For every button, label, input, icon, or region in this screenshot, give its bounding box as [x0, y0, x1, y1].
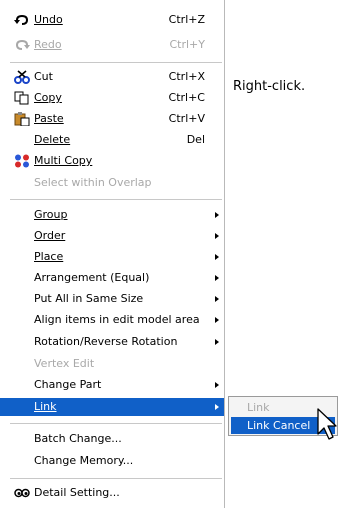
- redo-arrow-icon: [14, 38, 30, 52]
- submenu-item-label: Link: [247, 401, 270, 414]
- menu-item-label: Redo: [34, 38, 62, 51]
- menu-item-detail-setting[interactable]: Detail Setting...: [0, 484, 224, 502]
- menu-item-redo[interactable]: Redo Ctrl+Y: [0, 36, 224, 54]
- menu-item-change-part[interactable]: Change Part: [0, 376, 224, 394]
- menu-separator: [10, 62, 222, 63]
- submenu-arrow-icon: [215, 339, 219, 345]
- right-click-caption: Right-click.: [233, 79, 306, 94]
- menu-item-vertex-edit[interactable]: Vertex Edit: [0, 355, 224, 373]
- menu-item-change-memory[interactable]: Change Memory...: [0, 452, 224, 470]
- menu-item-label: Detail Setting...: [34, 486, 120, 499]
- menu-item-arrangement-equal[interactable]: Arrangement (Equal): [0, 269, 224, 287]
- menu-item-label: Vertex Edit: [34, 357, 95, 370]
- menu-item-label: Cut: [34, 70, 53, 83]
- submenu-arrow-icon: [215, 382, 219, 388]
- menu-item-shortcut: Ctrl+X: [168, 70, 205, 83]
- submenu-arrow-icon: [215, 254, 219, 260]
- menu-item-shortcut: Ctrl+V: [168, 112, 205, 125]
- menu-item-label: Change Memory...: [34, 454, 134, 467]
- menu-item-label: Group: [34, 208, 68, 221]
- menu-item-label: Link: [34, 400, 57, 413]
- menu-item-shortcut: Del: [186, 133, 205, 146]
- submenu-arrow-icon: [215, 296, 219, 302]
- menu-item-select-within-overlap[interactable]: Select within Overlap: [0, 174, 224, 192]
- submenu-item-label: Link Cancel: [247, 419, 311, 432]
- menu-item-label: Multi Copy: [34, 154, 93, 167]
- menu-item-shortcut: Ctrl+Z: [168, 13, 205, 26]
- glasses-icon: [14, 486, 30, 500]
- menu-item-undo[interactable]: Undo Ctrl+Z: [0, 11, 224, 29]
- submenu-arrow-icon: [215, 317, 219, 323]
- submenu-arrow-icon: [215, 275, 219, 281]
- menu-item-shortcut: Ctrl+Y: [169, 38, 205, 51]
- menu-item-copy[interactable]: Copy Ctrl+C: [0, 89, 224, 107]
- menu-item-put-all-same-size[interactable]: Put All in Same Size: [0, 290, 224, 308]
- menu-item-batch-change[interactable]: Batch Change...: [0, 430, 224, 448]
- submenu-arrow-icon: [215, 404, 219, 410]
- menu-item-label: Select within Overlap: [34, 176, 152, 189]
- menu-item-rotation[interactable]: Rotation/Reverse Rotation: [0, 333, 224, 351]
- menu-item-label: Batch Change...: [34, 432, 122, 445]
- multi-copy-icon: [14, 154, 30, 168]
- menu-separator: [10, 423, 222, 424]
- menu-item-label: Order: [34, 229, 66, 242]
- copy-pages-icon: [14, 91, 30, 105]
- menu-item-label: Undo: [34, 13, 63, 26]
- menu-item-link[interactable]: Link: [0, 398, 224, 416]
- menu-item-label: Copy: [34, 91, 62, 104]
- context-menu: Undo Ctrl+Z Redo Ctrl+Y Cut Ctrl+X Copy …: [0, 0, 225, 508]
- menu-item-order[interactable]: Order: [0, 227, 224, 245]
- mouse-pointer-icon: [317, 408, 337, 440]
- menu-item-label: Put All in Same Size: [34, 292, 144, 305]
- menu-item-group[interactable]: Group: [0, 206, 224, 224]
- menu-item-label: Rotation/Reverse Rotation: [34, 335, 178, 348]
- undo-arrow-icon: [14, 13, 30, 27]
- scissors-icon: [14, 70, 30, 84]
- menu-item-multi-copy[interactable]: Multi Copy: [0, 152, 224, 170]
- menu-item-label: Paste: [34, 112, 64, 125]
- menu-separator: [10, 199, 222, 200]
- menu-item-label: Align items in edit model area: [34, 313, 200, 326]
- menu-item-delete[interactable]: Delete Del: [0, 131, 224, 149]
- menu-item-cut[interactable]: Cut Ctrl+X: [0, 68, 224, 86]
- menu-item-paste[interactable]: Paste Ctrl+V: [0, 110, 224, 128]
- menu-item-shortcut: Ctrl+C: [168, 91, 205, 104]
- menu-item-place[interactable]: Place: [0, 248, 224, 266]
- submenu-arrow-icon: [215, 212, 219, 218]
- submenu-arrow-icon: [215, 233, 219, 239]
- menu-item-label: Delete: [34, 133, 71, 146]
- menu-item-label: Change Part: [34, 378, 102, 391]
- menu-item-label: Place: [34, 250, 64, 263]
- menu-separator: [10, 478, 222, 479]
- menu-item-align-items[interactable]: Align items in edit model area: [0, 311, 224, 329]
- menu-item-label: Arrangement (Equal): [34, 271, 150, 284]
- clipboard-icon: [14, 112, 30, 127]
